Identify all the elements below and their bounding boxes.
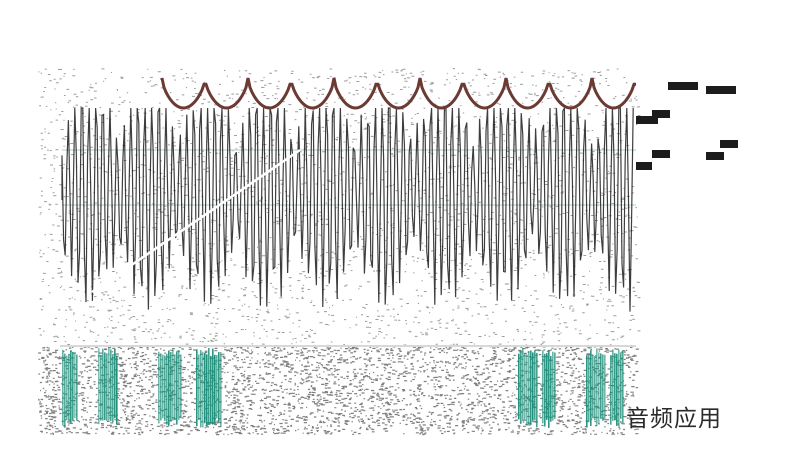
spectrum-bar-6 <box>590 350 592 426</box>
spectrum-bar-5 <box>552 351 554 421</box>
spectrum-bar-1 <box>98 348 100 425</box>
figure-canvas <box>38 68 738 436</box>
spectrum-bar-3 <box>220 352 222 426</box>
spectrum-bar-1 <box>100 354 102 421</box>
level-steps <box>636 82 738 170</box>
spectrum-bar-3 <box>202 351 204 428</box>
spectrum-bar-7 <box>620 352 622 419</box>
spectrum-bar-7 <box>612 349 614 421</box>
spectrum-bar-6 <box>594 355 596 421</box>
spectrum-bar-4 <box>520 350 522 424</box>
spectrum-bar-4 <box>530 350 532 425</box>
spectrum-bar-2 <box>158 351 160 424</box>
spectrum-bar-3 <box>212 348 214 425</box>
spectrum-bar-0 <box>62 349 64 426</box>
spectrum-bar-4 <box>524 352 526 420</box>
spectrum-bar-3 <box>196 349 198 427</box>
spectrum-bar-1 <box>106 353 108 421</box>
spectrum-bar-6 <box>596 348 598 425</box>
spectrum-bar-2 <box>164 355 166 421</box>
spectrum-bar-0 <box>64 353 66 428</box>
spectrum-bar-2 <box>178 350 180 420</box>
spectrum-bar-4 <box>534 350 536 421</box>
spectrum-bar-3 <box>218 352 220 422</box>
spectrum-bar-2 <box>160 353 162 421</box>
spectrum-bar-2 <box>166 353 168 425</box>
spectrum-bar-3 <box>210 355 212 424</box>
spectrum-bar-2 <box>176 351 178 425</box>
spectrum-bar-3 <box>216 355 218 419</box>
spectrum-bar-1 <box>108 348 110 421</box>
spectrum-bar-4 <box>522 348 524 422</box>
spectrum-bar-7 <box>622 350 624 424</box>
spectrum-bar-2 <box>174 354 176 421</box>
spectrum-bar-1 <box>104 352 106 421</box>
level-step-3 <box>706 86 736 94</box>
spectrum-bar-7 <box>610 355 612 425</box>
spectrum-bar-1 <box>116 355 118 425</box>
spectrum-bar-2 <box>180 354 182 419</box>
level-step-7 <box>652 150 670 158</box>
level-step-4 <box>720 140 738 148</box>
spectrum-bar-2 <box>170 352 172 422</box>
spectrum-bar-4 <box>532 352 534 421</box>
spectrum-bar-1 <box>114 349 116 419</box>
level-step-5 <box>706 152 724 160</box>
spectrum-bar-3 <box>208 348 210 425</box>
spectrum-bar-6 <box>588 354 590 422</box>
spectrum-bar-2 <box>162 354 164 419</box>
spectrum-bar-2 <box>168 350 170 426</box>
level-step-6 <box>636 162 652 170</box>
spectrum-bar-5 <box>554 352 556 419</box>
spectrum-bar-3 <box>198 354 200 421</box>
spectrum-bar-1 <box>110 349 112 422</box>
spectrum-bar-5 <box>546 353 548 420</box>
spectrum-bar-4 <box>528 351 530 425</box>
spectrum-bar-6 <box>604 354 606 419</box>
spectrum-bar-0 <box>72 351 74 421</box>
spectrum-bar-7 <box>618 350 620 426</box>
level-step-1 <box>652 110 670 118</box>
spectrum-bar-4 <box>526 354 528 426</box>
spectrum-bar-5 <box>548 350 550 428</box>
spectrum-bar-3 <box>214 354 216 425</box>
spectrum-bar-3 <box>206 354 208 426</box>
spectrum-bar-4 <box>536 352 538 428</box>
spectrum-bar-7 <box>616 353 618 426</box>
spectrum-bar-0 <box>66 355 68 421</box>
spectrum-bar-6 <box>602 354 604 421</box>
spectrum-bar-5 <box>550 355 552 422</box>
spectrum-bar-3 <box>204 352 206 424</box>
bottom-divider <box>60 345 636 347</box>
caption-text: 音频应用 <box>626 406 722 432</box>
spectrum-bar-3 <box>200 350 202 428</box>
spectrum-bar-1 <box>112 354 114 423</box>
spectrum-bar-6 <box>592 354 594 419</box>
spectrum-bar-6 <box>598 352 600 425</box>
level-step-2 <box>668 82 698 90</box>
spectrum-bar-7 <box>614 353 616 421</box>
spectrum-bar-0 <box>76 354 78 421</box>
spectrum-bar-6 <box>586 355 588 428</box>
spectrum-bar-0 <box>74 352 76 419</box>
spectrum-bar-5 <box>542 350 544 424</box>
spectrum-bar-2 <box>172 349 174 421</box>
spectrum-bar-0 <box>68 354 70 422</box>
envelope-curve <box>160 77 636 110</box>
spectrum-bar-4 <box>518 353 520 420</box>
spectrum-bar-1 <box>102 348 104 421</box>
spectrum-bar-6 <box>600 353 602 419</box>
spectrum-bar-0 <box>70 350 72 424</box>
spectrum-bar-5 <box>544 353 546 427</box>
